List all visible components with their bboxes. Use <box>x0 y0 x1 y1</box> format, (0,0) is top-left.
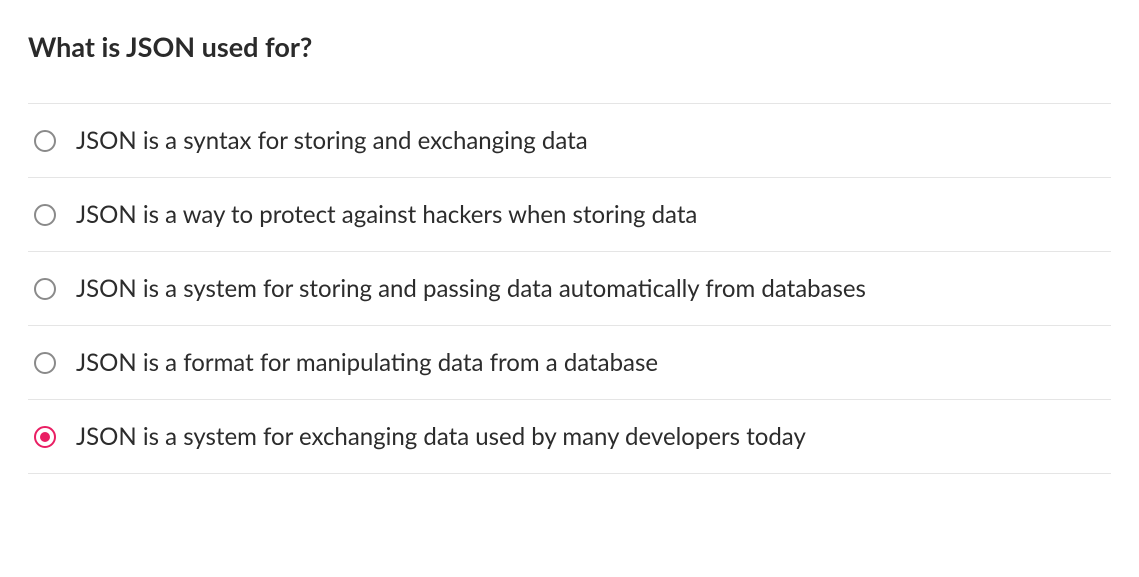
option-row[interactable]: JSON is a format for manipulating data f… <box>28 326 1111 400</box>
radio-icon <box>34 204 56 226</box>
option-row[interactable]: JSON is a system for exchanging data use… <box>28 400 1111 474</box>
option-label: JSON is a system for exchanging data use… <box>76 422 806 451</box>
option-row[interactable]: JSON is a syntax for storing and exchang… <box>28 104 1111 178</box>
option-row[interactable]: JSON is a way to protect against hackers… <box>28 178 1111 252</box>
question-title: What is JSON used for? <box>28 30 1111 63</box>
option-label: JSON is a syntax for storing and exchang… <box>76 126 588 155</box>
option-label: JSON is a way to protect against hackers… <box>76 200 697 229</box>
radio-icon <box>34 130 56 152</box>
radio-icon <box>34 352 56 374</box>
radio-icon <box>34 426 56 448</box>
option-label: JSON is a format for manipulating data f… <box>76 348 658 377</box>
option-row[interactable]: JSON is a system for storing and passing… <box>28 252 1111 326</box>
options-list: JSON is a syntax for storing and exchang… <box>28 103 1111 474</box>
option-label: JSON is a system for storing and passing… <box>76 274 866 303</box>
radio-icon <box>34 278 56 300</box>
